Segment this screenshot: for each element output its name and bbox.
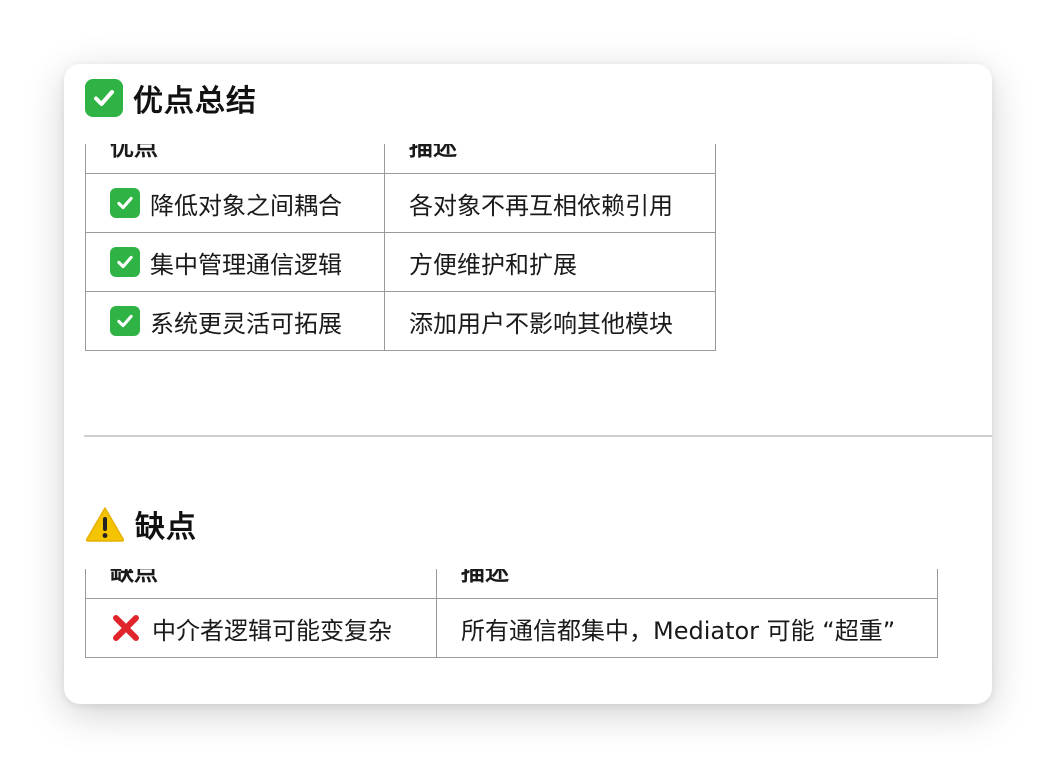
- check-mark-button-icon: [110, 247, 140, 277]
- section-divider: [84, 435, 992, 437]
- advantage-text: 集中管理通信逻辑: [150, 250, 342, 279]
- table-row: 降低对象之间耦合 各对象不再互相依赖引用: [85, 173, 716, 233]
- check-mark-button-icon: [110, 188, 140, 218]
- advantage-cell: 降低对象之间耦合: [85, 173, 385, 233]
- description-cell: 添加用户不影响其他模块: [384, 291, 716, 351]
- advantages-table-wrap: 优点 描述 降低对象之间耦合 各对象不再互相依赖引用 集中管理通信逻辑 方便维护…: [85, 144, 716, 354]
- disadvantages-heading-text: 缺点: [135, 510, 197, 545]
- cross-mark-icon: [110, 612, 142, 644]
- advantages-table: 优点 描述 降低对象之间耦合 各对象不再互相依赖引用 集中管理通信逻辑 方便维护…: [85, 144, 716, 351]
- advantages-heading-text: 优点总结: [133, 84, 257, 119]
- advantage-text: 系统更灵活可拓展: [150, 309, 342, 338]
- warning-icon: [85, 506, 125, 542]
- disadvantage-text: 中介者逻辑可能变复杂: [152, 616, 392, 645]
- advantages-heading: 优点总结: [85, 76, 257, 120]
- disadvantages-table: 缺点 描述 中介者逻辑可能变复杂 所有通信都集中，Mediator 可能 “超重…: [85, 569, 938, 658]
- description-cell: 所有通信都集中，Mediator 可能 “超重”: [436, 598, 938, 658]
- column-header-disadvantage: 缺点: [85, 569, 437, 599]
- table-header-row: 优点 描述: [85, 144, 716, 174]
- check-mark-button-icon: [110, 306, 140, 336]
- check-mark-button-icon: [85, 79, 123, 117]
- table-row: 系统更灵活可拓展 添加用户不影响其他模块: [85, 291, 716, 351]
- disadvantages-heading: 缺点: [85, 502, 197, 546]
- advantage-cell: 系统更灵活可拓展: [85, 291, 385, 351]
- advantage-text: 降低对象之间耦合: [150, 191, 342, 220]
- disadvantage-cell: 中介者逻辑可能变复杂: [85, 598, 437, 658]
- description-cell: 方便维护和扩展: [384, 232, 716, 292]
- column-header-description: 描述: [384, 144, 716, 174]
- disadvantages-table-wrap: 缺点 描述 中介者逻辑可能变复杂 所有通信都集中，Mediator 可能 “超重…: [85, 569, 938, 659]
- column-header-advantage: 优点: [85, 144, 385, 174]
- advantage-cell: 集中管理通信逻辑: [85, 232, 385, 292]
- description-cell: 各对象不再互相依赖引用: [384, 173, 716, 233]
- document-card: 优点总结 优点 描述 降低对象之间耦合 各对象不再互相依赖引用 集中管理通信逻辑…: [64, 64, 992, 704]
- table-row: 集中管理通信逻辑 方便维护和扩展: [85, 232, 716, 292]
- table-row: 中介者逻辑可能变复杂 所有通信都集中，Mediator 可能 “超重”: [85, 598, 938, 658]
- table-header-row: 缺点 描述: [85, 569, 938, 599]
- column-header-description: 描述: [436, 569, 938, 599]
